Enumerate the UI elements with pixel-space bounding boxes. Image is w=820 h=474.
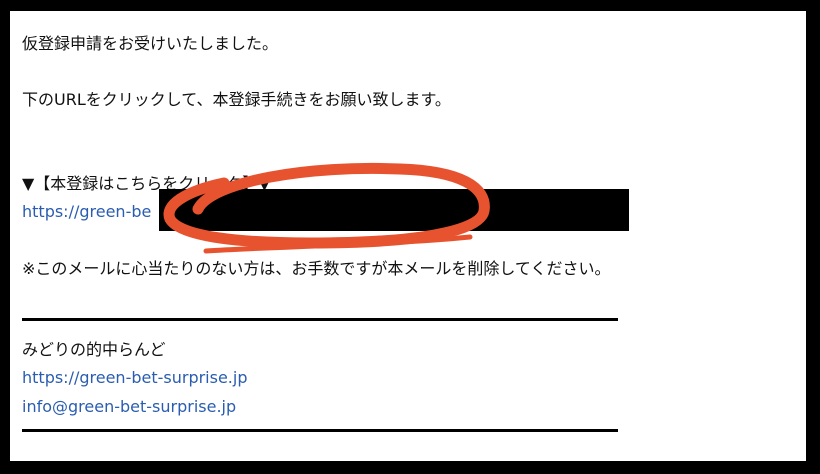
screenshot: { "email": { "intro": "仮登録申請をお受けいたしました。"… <box>0 0 820 474</box>
redaction-box <box>159 189 629 231</box>
signature-website-link[interactable]: https://green-bet-surprise.jp <box>22 367 247 389</box>
email-body: 仮登録申請をお受けいたしました。 下のURLをクリックして、本登録手続きをお願い… <box>10 11 806 461</box>
signature-divider-bottom <box>22 429 618 432</box>
instruction-text: 下のURLをクリックして、本登録手続きをお願い致します。 <box>22 90 451 109</box>
notice-text: ※このメールに心当たりのない方は、お手数ですが本メールを削除してください。 <box>22 259 611 278</box>
red-circle-annotation <box>163 162 490 254</box>
registration-link[interactable]: https://green-be <box>22 201 151 223</box>
signature-divider-top <box>22 318 618 321</box>
signature-name: みどりの的中らんど <box>22 340 166 359</box>
signature-email-link[interactable]: info@green-bet-surprise.jp <box>22 396 236 418</box>
intro-text: 仮登録申請をお受けいたしました。 <box>22 34 279 53</box>
